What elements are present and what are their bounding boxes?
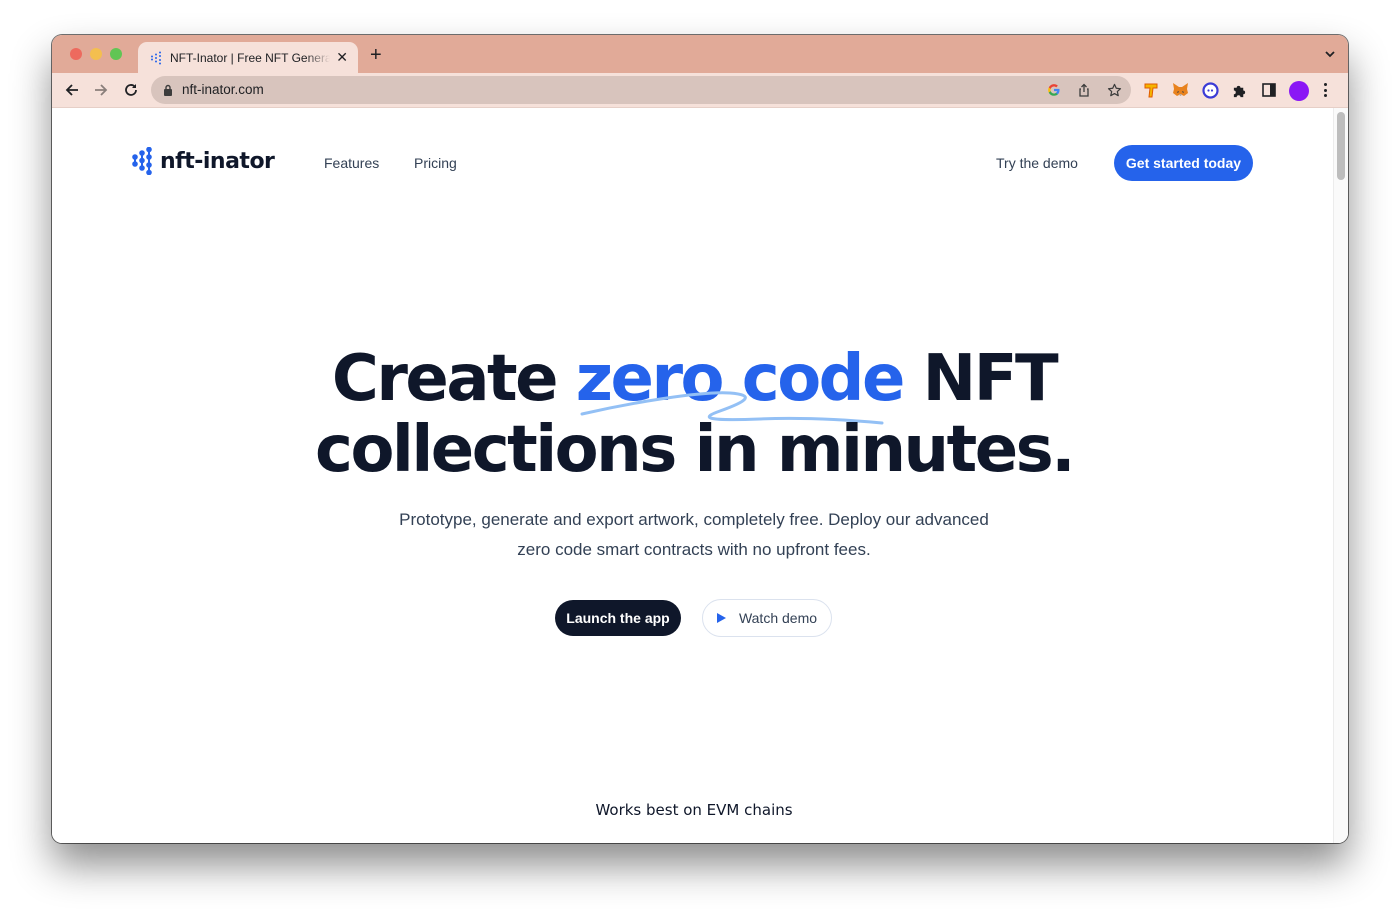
chevron-down-icon[interactable] [1324,49,1336,59]
share-icon[interactable] [1075,81,1093,99]
try-demo-link[interactable]: Try the demo [996,155,1078,171]
browser-menu-icon[interactable] [1324,83,1328,97]
arrow-right-icon [95,84,108,96]
hero-text-create: Create [331,342,576,416]
side-panel-icon[interactable] [1260,81,1278,99]
new-tab-button[interactable]: + [370,45,382,65]
nft-inator-logo-icon [132,147,152,175]
profile-avatar[interactable] [1289,81,1309,101]
brand-logo[interactable]: nft-inator [132,147,275,175]
subtitle-line-2: zero code smart contracts with no upfron… [517,540,871,559]
puzzle-extensions-icon[interactable] [1230,81,1248,99]
metamask-fox-icon[interactable] [1171,81,1189,99]
forward-button[interactable] [89,79,113,101]
brand-name: nft-inator [160,148,275,174]
close-tab-icon[interactable]: ✕ [336,49,348,65]
minimize-window-button[interactable] [90,48,102,60]
hero-text-nft: NFT [902,342,1059,416]
watch-demo-label: Watch demo [738,610,818,626]
scrollbar-thumb[interactable] [1337,112,1345,180]
nav-pricing-link[interactable]: Pricing [414,155,457,171]
ghost-extension-icon[interactable] [1201,81,1219,99]
back-button[interactable] [60,79,84,101]
hero-headline-line-2: collections in minutes. [315,413,1076,487]
arrow-left-icon [65,84,78,96]
watch-demo-button[interactable]: Watch demo [702,599,832,637]
maximize-window-button[interactable] [110,48,122,60]
page-viewport: nft-inator Features Pricing Try the demo… [52,108,1348,843]
get-started-button[interactable]: Get started today [1114,145,1253,181]
reload-icon [125,84,137,96]
launch-app-button[interactable]: Launch the app [555,600,681,636]
token-extension-icon[interactable] [1142,81,1160,99]
browser-toolbar: nft-inator.com [52,73,1348,108]
browser-window: NFT-Inator | Free NFT Generator ✕ + nft-… [52,35,1348,843]
lock-icon [164,84,172,96]
address-bar[interactable]: nft-inator.com [151,76,1131,104]
evm-chains-heading: Works best on EVM chains [595,801,793,819]
page-scrollbar[interactable] [1333,108,1348,843]
reload-button[interactable] [119,79,143,101]
close-window-button[interactable] [70,48,82,60]
subtitle-line-1: Prototype, generate and export artwork, … [399,510,989,529]
browser-tab[interactable]: NFT-Inator | Free NFT Generator ✕ [138,42,358,73]
nav-features-link[interactable]: Features [324,155,379,171]
tab-strip: NFT-Inator | Free NFT Generator ✕ + [52,35,1348,73]
hero-headline-line-1: Create zero code NFT [52,343,1336,415]
nft-inator-logo-icon [151,51,161,65]
play-icon [716,613,726,623]
hero-subtitle: Prototype, generate and export artwork, … [382,505,1006,565]
google-icon[interactable] [1045,81,1063,99]
hero-accent-text: zero code [575,342,906,416]
tab-title: NFT-Inator | Free NFT Generator [170,51,330,65]
bookmark-star-icon[interactable] [1105,81,1123,99]
url-text: nft-inator.com [182,82,264,97]
